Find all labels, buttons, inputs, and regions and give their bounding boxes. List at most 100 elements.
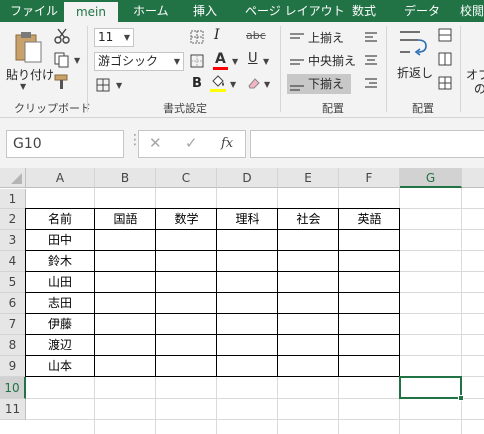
header-cell-e[interactable]: 社会 [278,209,339,230]
formula-bar-buttons: ✕ ✓ fx [138,130,246,158]
tab-insert[interactable]: 挿入 [193,0,217,22]
underline-button[interactable]: U [248,51,258,66]
name-cell[interactable]: 山本 [26,356,95,377]
column-header-a[interactable]: A [26,168,95,188]
active-cell[interactable] [399,376,462,399]
chevron-down-icon[interactable]: ▼ [230,80,236,89]
grid-borders-icon[interactable] [190,30,204,44]
font-color-swatch [213,67,228,70]
group-separator [386,26,387,112]
scissors-icon[interactable] [54,28,70,44]
header-cell-d[interactable]: 理科 [217,209,278,230]
table-border-horizontal [25,376,400,377]
clear-format-icon[interactable] [247,76,261,90]
format-painter-icon[interactable] [54,74,70,90]
name-cell[interactable]: 志田 [26,293,95,314]
group-separator [280,26,281,112]
tab-home[interactable]: ホーム [133,0,169,22]
group-label-format: 書式設定 [163,102,207,115]
tab-file[interactable]: ファイル [10,0,58,22]
row-header-10[interactable]: 10 [0,377,26,399]
chevron-down-icon[interactable]: ▼ [74,56,80,65]
outer-border-icon[interactable] [190,54,204,68]
name-cell[interactable]: 田中 [26,230,95,251]
font-color-letter: A [215,51,226,67]
header-cell-a[interactable]: 名前 [26,209,95,230]
table-border-horizontal [25,292,400,293]
header-cell-c[interactable]: 数学 [156,209,217,230]
formula-input[interactable] [250,130,484,158]
name-cell[interactable]: 山田 [26,272,95,293]
copy-icon[interactable] [54,52,70,68]
options-label-line2: の [474,82,484,96]
tab-page-layout[interactable]: ページ レイアウト [245,0,345,22]
enter-icon[interactable]: ✓ [185,134,198,152]
row-header-1[interactable]: 1 [0,189,26,209]
row-header-3[interactable]: 3 [0,230,26,251]
column-header-g[interactable]: G [400,168,462,188]
row-header-5[interactable]: 5 [0,272,26,293]
unmerge-icon[interactable] [438,76,452,90]
row-header-2[interactable]: 2 [0,209,26,230]
name-box[interactable]: G10 [6,130,124,158]
table-border-horizontal [25,313,400,314]
name-cell[interactable]: 渡辺 [26,335,95,356]
worksheet-grid[interactable]: A B C D E F G 1 2 3 4 5 6 7 8 9 10 11 名前 国語 数学 理科 社会 英語田中 鈴木 山田 志田… [0,168,484,434]
align-top-button[interactable]: 上揃え [287,28,351,48]
row-header-9[interactable]: 9 [0,356,26,377]
merge-across-icon[interactable] [438,52,452,66]
font-name-select[interactable]: 游ゴシック ▼ [94,52,184,71]
align-left-icon[interactable] [364,32,378,44]
name-cell[interactable]: 伊藤 [26,314,95,335]
group-separator [460,26,461,112]
column-header-e[interactable]: E [278,168,339,188]
tab-mein[interactable]: mein [64,2,118,22]
row-header-4[interactable]: 4 [0,251,26,272]
select-all-corner[interactable] [0,168,26,188]
group-label-alignment: 配置 [322,102,344,115]
font-name-value: 游ゴシック [98,54,159,68]
align-center-icon[interactable] [364,55,378,67]
name-cell[interactable]: 鈴木 [26,251,95,272]
column-header-c[interactable]: C [156,168,217,188]
table-border-horizontal [25,271,400,272]
borders-icon[interactable] [96,78,110,92]
tab-review[interactable]: 校閲 [460,0,484,22]
column-header-next[interactable] [462,168,484,188]
column-header-b[interactable]: B [95,168,156,188]
column-header-f[interactable]: F [339,168,400,188]
fill-handle[interactable] [458,395,464,401]
header-cell-b[interactable]: 国語 [95,209,156,230]
align-middle-button[interactable]: 中央揃え [287,51,356,71]
cancel-icon[interactable]: ✕ [149,134,162,152]
header-cell-f[interactable]: 英語 [339,209,400,230]
align-bottom-button[interactable]: 下揃え [287,74,351,94]
chevron-down-icon[interactable]: ▼ [263,57,269,66]
chevron-down-icon[interactable]: ▼ [116,81,122,90]
font-size-select[interactable]: 11 ▼ [94,28,134,47]
wrap-text-icon[interactable] [398,28,430,58]
row-header-7[interactable]: 7 [0,314,26,335]
chevron-down-icon[interactable]: ▼ [264,80,270,89]
chevron-down-icon[interactable]: ▼ [232,57,238,66]
group-separator [87,26,88,112]
tab-data[interactable]: データ [404,0,440,22]
row-header-6[interactable]: 6 [0,293,26,314]
font-color-button[interactable]: A [213,51,229,71]
italic-button[interactable]: I [214,27,220,43]
merge-icon[interactable] [438,28,452,42]
formula-bar: G10 ⋮ ✕ ✓ fx [0,118,484,168]
table-border-horizontal [25,229,400,230]
column-header-d[interactable]: D [217,168,278,188]
tab-formulas[interactable]: 数式 [352,0,376,22]
strikethrough-button[interactable]: abc [246,29,266,42]
row-header-8[interactable]: 8 [0,335,26,356]
fill-color-button[interactable] [210,74,228,94]
row-header-11[interactable]: 11 [0,399,26,420]
align-top-icon [290,32,304,39]
align-middle-icon [290,58,304,65]
bold-button[interactable]: B [192,76,202,91]
chevron-down-icon[interactable]: ▼ [20,82,26,91]
align-right-icon[interactable] [364,78,378,90]
insert-function-icon[interactable]: fx [221,136,233,151]
